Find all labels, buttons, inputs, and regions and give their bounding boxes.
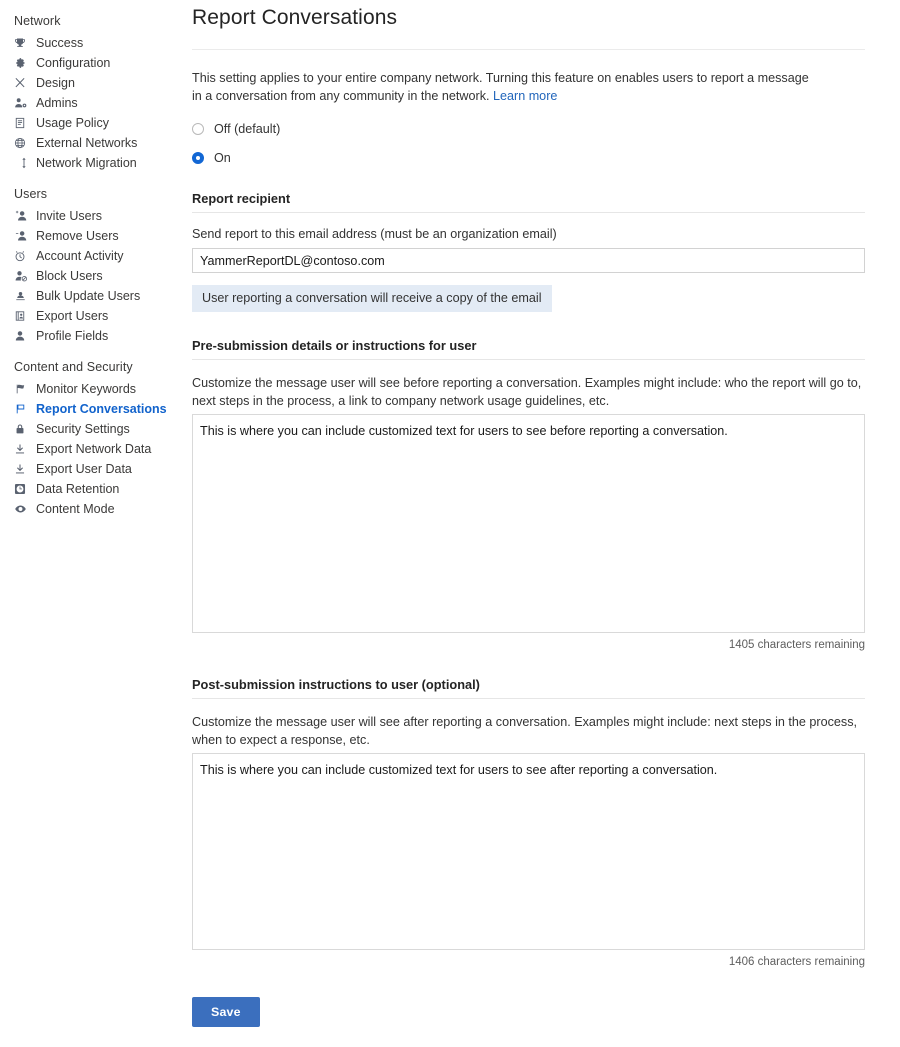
sidebar-item-monitor-keywords[interactable]: Monitor Keywords — [0, 379, 185, 399]
sidebar-item-block-users[interactable]: Block Users — [0, 266, 185, 286]
main-content: Report Conversations This setting applie… — [185, 0, 900, 1039]
radio-on-label: On — [214, 151, 231, 165]
radio-on-indicator[interactable] — [192, 152, 204, 164]
sidebar-item-account-activity[interactable]: Account Activity — [0, 246, 185, 266]
radio-off-indicator[interactable] — [192, 123, 204, 135]
sidebar-item-invite-users[interactable]: Invite Users — [0, 206, 185, 226]
nav-group-title-users: Users — [14, 187, 48, 201]
radio-off-label: Off (default) — [214, 122, 281, 136]
gear-icon — [14, 57, 31, 69]
post-submission-character-count: 1406 characters remaining — [728, 956, 865, 968]
sidebar-item-label: Security Settings — [36, 422, 130, 436]
flag-filled-icon — [14, 383, 31, 395]
section-pre-submission: Pre-submission details or instructions f… — [192, 338, 865, 651]
sidebar-item-label: Export User Data — [36, 462, 132, 476]
section-header-pre-submission: Pre-submission details or instructions f… — [192, 338, 865, 360]
section-post-submission: Post-submission instructions to user (op… — [192, 677, 865, 968]
globe-icon — [14, 137, 31, 149]
export-users-icon — [14, 310, 31, 322]
page-title: Report Conversations — [192, 6, 398, 29]
save-button[interactable]: Save — [192, 997, 260, 1027]
clock-circle-icon — [14, 483, 31, 495]
email-field-label: Send report to this email address (must … — [192, 227, 557, 241]
radio-option-on[interactable]: On — [192, 151, 865, 165]
sidebar-item-export-user-data[interactable]: Export User Data — [0, 459, 185, 479]
sidebar-item-label: Remove Users — [36, 229, 119, 243]
pre-submission-character-count: 1405 characters remaining — [728, 639, 865, 651]
sidebar-item-report-conversations[interactable]: Report Conversations — [0, 399, 185, 419]
sidebar-item-label: Data Retention — [36, 482, 120, 496]
sidebar-item-admins[interactable]: Admins — [0, 93, 185, 113]
title-divider — [192, 49, 865, 50]
post-submission-textarea[interactable] — [192, 753, 865, 950]
sidebar-item-label: Network Migration — [36, 156, 137, 170]
eye-icon — [14, 503, 31, 515]
nav-group-network: Network Success Configuration Design Adm… — [0, 14, 185, 173]
sidebar-item-bulk-update-users[interactable]: Bulk Update Users — [0, 286, 185, 306]
section-header-post-submission: Post-submission instructions to user (op… — [192, 677, 865, 699]
post-submission-help-text: Customize the message user will see afte… — [192, 715, 857, 747]
document-icon — [14, 117, 31, 129]
sidebar-item-label: Content Mode — [36, 502, 115, 516]
sidebar-item-security-settings[interactable]: Security Settings — [0, 419, 185, 439]
sidebar-item-network-migration[interactable]: Network Migration — [0, 153, 185, 173]
sidebar-item-label: External Networks — [36, 136, 138, 150]
learn-more-link[interactable]: Learn more — [493, 89, 557, 103]
sidebar-item-profile-fields[interactable]: Profile Fields — [0, 326, 185, 346]
person-add-icon — [14, 210, 31, 222]
person-gear-icon — [14, 97, 31, 109]
download-icon — [14, 463, 31, 475]
intro-description: This setting applies to your entire comp… — [192, 69, 820, 105]
sidebar-item-label: Design — [36, 76, 75, 90]
flag-outline-icon — [14, 403, 31, 415]
nav-group-title-content-and-security: Content and Security — [14, 360, 133, 374]
sidebar-item-usage-policy[interactable]: Usage Policy — [0, 113, 185, 133]
sidebar-item-label: Export Network Data — [36, 442, 152, 456]
sidebar-item-configuration[interactable]: Configuration — [0, 53, 185, 73]
sidebar-item-label: Configuration — [36, 56, 111, 70]
sidebar-item-label: Export Users — [36, 309, 109, 323]
section-report-recipient: Report recipient Send report to this ema… — [192, 191, 865, 312]
sidebar-item-content-mode[interactable]: Content Mode — [0, 499, 185, 519]
lock-icon — [14, 423, 31, 435]
section-header-report-recipient: Report recipient — [192, 191, 865, 213]
bulk-update-icon — [14, 290, 31, 302]
sidebar-item-remove-users[interactable]: Remove Users — [0, 226, 185, 246]
report-email-input[interactable] — [192, 248, 865, 273]
radio-option-off[interactable]: Off (default) — [192, 122, 865, 136]
sidebar-item-label: Monitor Keywords — [36, 382, 137, 396]
pre-submission-help-text: Customize the message user will see befo… — [192, 376, 862, 408]
admin-sidebar: Network Success Configuration Design Adm… — [0, 0, 185, 1039]
sidebar-item-label: Usage Policy — [36, 116, 109, 130]
clock-icon — [14, 250, 31, 262]
copy-of-email-info-banner: User reporting a conversation will recei… — [192, 285, 552, 312]
save-button-container: Save — [192, 997, 865, 1047]
sidebar-item-design[interactable]: Design — [0, 73, 185, 93]
sidebar-item-external-networks[interactable]: External Networks — [0, 133, 185, 153]
sidebar-item-label: Profile Fields — [36, 329, 109, 343]
person-remove-icon — [14, 230, 31, 242]
download-icon — [14, 443, 31, 455]
person-block-icon — [14, 270, 31, 282]
sidebar-item-label: Success — [36, 36, 84, 50]
sidebar-item-label: Account Activity — [36, 249, 124, 263]
person-icon — [14, 330, 31, 342]
pre-submission-textarea[interactable] — [192, 414, 865, 633]
migration-arrows-icon — [14, 157, 31, 169]
report-conversations-page: Network Success Configuration Design Adm… — [0, 0, 900, 1039]
sidebar-item-label: Bulk Update Users — [36, 289, 141, 303]
design-brush-icon — [14, 77, 31, 89]
sidebar-item-success[interactable]: Success — [0, 33, 185, 53]
sidebar-item-label: Report Conversations — [36, 402, 167, 416]
sidebar-item-data-retention[interactable]: Data Retention — [0, 479, 185, 499]
nav-group-title-network: Network — [14, 14, 61, 28]
nav-group-users: Users Invite Users Remove Users Account … — [0, 187, 185, 346]
trophy-icon — [14, 37, 31, 49]
sidebar-item-label: Admins — [36, 96, 78, 110]
sidebar-item-label: Block Users — [36, 269, 103, 283]
sidebar-item-label: Invite Users — [36, 209, 102, 223]
sidebar-item-export-users[interactable]: Export Users — [0, 306, 185, 326]
sidebar-item-export-network-data[interactable]: Export Network Data — [0, 439, 185, 459]
nav-group-content-and-security: Content and Security Monitor Keywords Re… — [0, 360, 185, 519]
